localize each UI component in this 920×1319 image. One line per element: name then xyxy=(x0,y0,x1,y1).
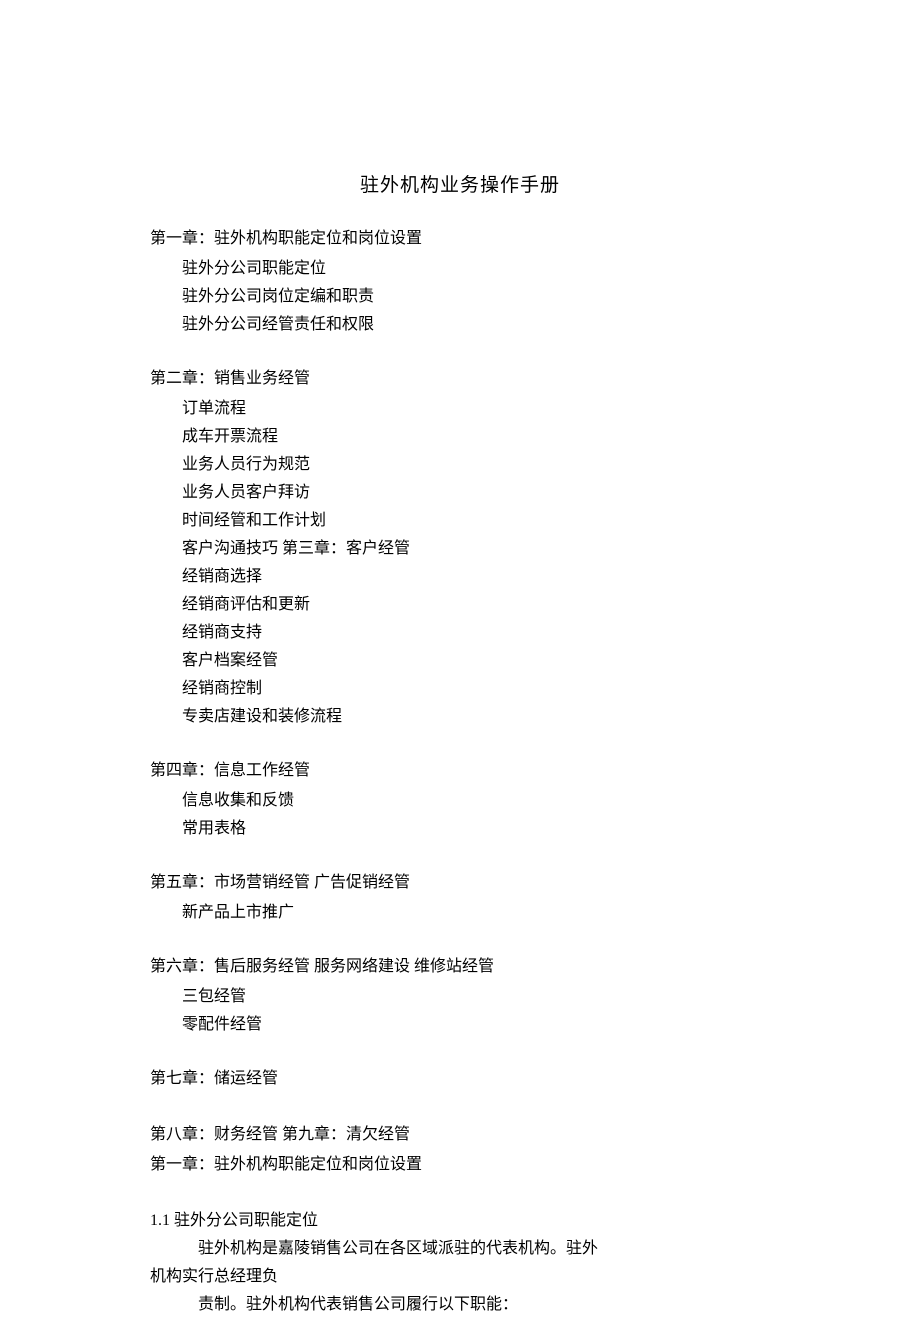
toc-item: 新产品上市推广 xyxy=(150,899,770,927)
toc-item: 常用表格 xyxy=(150,815,770,843)
toc-item: 驻外分公司职能定位 xyxy=(150,255,770,283)
section-1-1-heading: 1.1 驻外分公司职能定位 xyxy=(150,1207,770,1235)
chapter-1-repeat-heading: 第一章：驻外机构职能定位和岗位设置 xyxy=(150,1151,770,1179)
chapter-4-heading: 第四章：信息工作经管 xyxy=(150,757,770,785)
toc-item: 驻外分公司岗位定编和职责 xyxy=(150,283,770,311)
toc-item: 经销商支持 xyxy=(150,619,770,647)
toc-item: 经销商选择 xyxy=(150,563,770,591)
chapter-6-heading: 第六章：售后服务经管 服务网络建设 维修站经管 xyxy=(150,953,770,981)
chapter-7-heading: 第七章：储运经管 xyxy=(150,1065,770,1093)
toc-item: 零配件经管 xyxy=(150,1011,770,1039)
toc-item: 客户沟通技巧 第三章：客户经管 xyxy=(150,535,770,563)
toc-item: 驻外分公司经管责任和权限 xyxy=(150,311,770,339)
chapter-1-heading: 第一章：驻外机构职能定位和岗位设置 xyxy=(150,225,770,253)
toc-item: 客户档案经管 xyxy=(150,647,770,675)
document-title: 驻外机构业务操作手册 xyxy=(150,170,770,197)
body-paragraph: 机构实行总经理负 xyxy=(150,1263,770,1291)
toc-item: 业务人员行为规范 xyxy=(150,451,770,479)
body-paragraph: 责制。驻外机构代表销售公司履行以下职能： xyxy=(150,1291,770,1319)
chapter-2-heading: 第二章：销售业务经管 xyxy=(150,365,770,393)
chapter-5-heading: 第五章：市场营销经管 广告促销经管 xyxy=(150,869,770,897)
toc-item: 三包经管 xyxy=(150,983,770,1011)
toc-item: 信息收集和反馈 xyxy=(150,787,770,815)
chapter-8-heading: 第八章：财务经管 第九章：清欠经管 xyxy=(150,1121,770,1149)
toc-item: 经销商控制 xyxy=(150,675,770,703)
body-paragraph: 驻外机构是嘉陵销售公司在各区域派驻的代表机构。驻外 xyxy=(150,1235,770,1263)
toc-item: 业务人员客户拜访 xyxy=(150,479,770,507)
toc-item: 订单流程 xyxy=(150,395,770,423)
toc-item: 专卖店建设和装修流程 xyxy=(150,703,770,731)
toc-item: 成车开票流程 xyxy=(150,423,770,451)
toc-item: 时间经管和工作计划 xyxy=(150,507,770,535)
toc-item: 经销商评估和更新 xyxy=(150,591,770,619)
